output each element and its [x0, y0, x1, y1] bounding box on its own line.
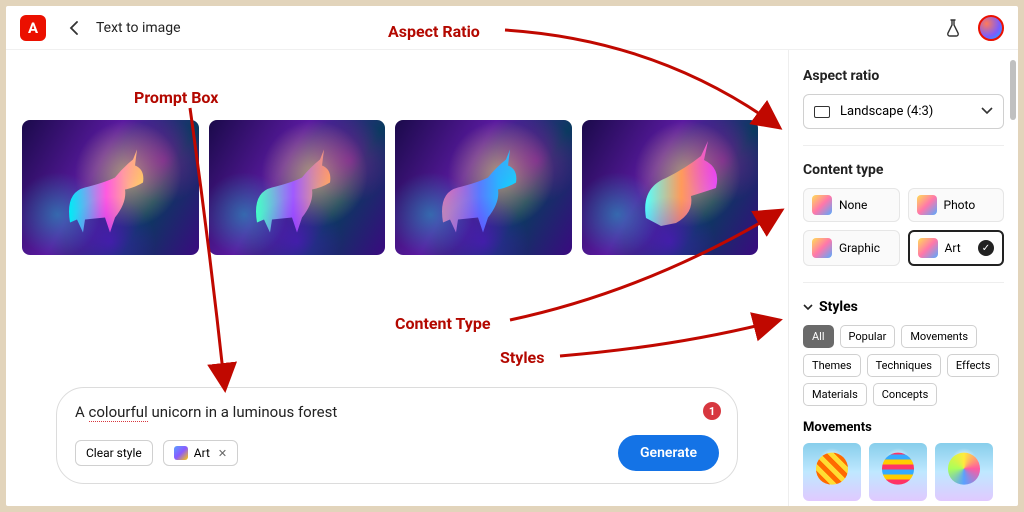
movements-title: Movements — [803, 420, 1004, 435]
thumb-icon — [812, 238, 832, 258]
styles-section-toggle[interactable]: Styles — [803, 299, 1004, 315]
result-image[interactable] — [209, 120, 386, 255]
scrollbar[interactable] — [1010, 60, 1016, 120]
art-style-icon — [174, 446, 188, 460]
filter-themes[interactable]: Themes — [803, 354, 861, 377]
result-image[interactable] — [22, 120, 199, 255]
thumb-icon — [917, 195, 937, 215]
filter-popular[interactable]: Popular — [840, 325, 896, 348]
remove-chip-icon[interactable]: ✕ — [218, 447, 227, 460]
style-chip-art[interactable]: Art ✕ — [163, 440, 238, 466]
settings-sidebar: Aspect ratio Landscape (4:3) Content typ… — [788, 50, 1018, 506]
filter-concepts[interactable]: Concepts — [873, 383, 938, 406]
page-title: Text to image — [96, 20, 181, 36]
content-type-title: Content type — [803, 162, 1004, 178]
aspect-ratio-select[interactable]: Landscape (4:3) — [803, 94, 1004, 129]
style-count-badge: 1 — [703, 402, 721, 420]
content-type-photo[interactable]: Photo — [908, 188, 1005, 222]
checkmark-icon: ✓ — [978, 240, 994, 256]
content-type-art[interactable]: Art✓ — [908, 230, 1005, 266]
style-thumbnail[interactable] — [803, 443, 861, 501]
chevron-down-icon — [803, 302, 813, 312]
avatar[interactable] — [978, 15, 1004, 41]
style-filter-row: All Popular Movements Themes Techniques … — [803, 325, 1004, 406]
style-thumbnail[interactable] — [869, 443, 927, 501]
result-image[interactable] — [395, 120, 572, 255]
filter-all[interactable]: All — [803, 325, 834, 348]
filter-techniques[interactable]: Techniques — [867, 354, 941, 377]
style-thumbnail[interactable] — [935, 443, 993, 501]
prompt-text: A colourful unicorn in a luminous forest — [75, 403, 337, 422]
generate-button[interactable]: Generate — [618, 435, 719, 471]
clear-style-button[interactable]: Clear style — [75, 440, 153, 466]
brand-logo[interactable]: A — [20, 15, 46, 41]
chevron-down-icon — [981, 104, 993, 119]
labs-icon[interactable] — [942, 17, 964, 39]
results-grid — [22, 120, 758, 255]
content-type-none[interactable]: None — [803, 188, 900, 222]
thumb-icon — [918, 238, 938, 258]
thumb-icon — [812, 195, 832, 215]
chevron-left-icon — [69, 21, 79, 35]
landscape-icon — [814, 106, 830, 118]
filter-materials[interactable]: Materials — [803, 383, 867, 406]
back-button[interactable] — [60, 14, 88, 42]
filter-movements[interactable]: Movements — [901, 325, 977, 348]
aspect-ratio-title: Aspect ratio — [803, 68, 1004, 84]
prompt-box[interactable]: A colourful unicorn in a luminous forest… — [56, 387, 738, 484]
result-image[interactable] — [582, 120, 759, 255]
content-type-graphic[interactable]: Graphic — [803, 230, 900, 266]
filter-effects[interactable]: Effects — [947, 354, 1000, 377]
